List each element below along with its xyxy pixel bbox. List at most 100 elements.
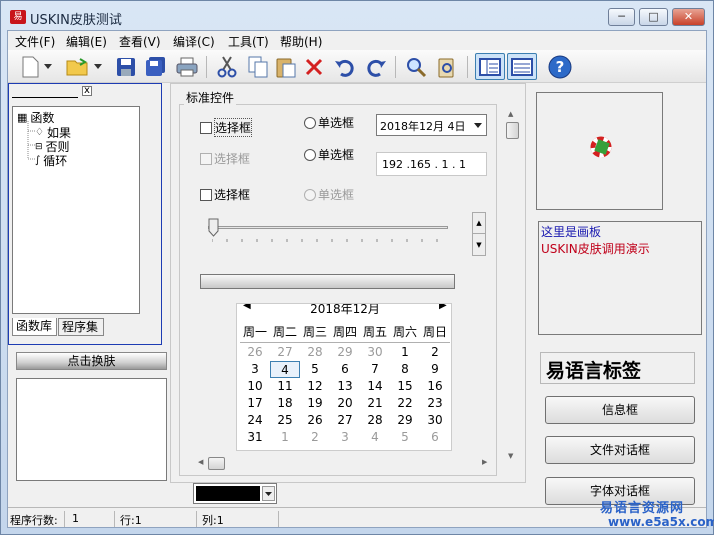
date-picker[interactable]: 2018年12月 4日: [376, 114, 487, 136]
calendar-day[interactable]: 23: [420, 395, 450, 412]
calendar-day[interactable]: 24: [240, 412, 270, 429]
scroll-up-icon[interactable]: ▲: [508, 110, 513, 118]
scroll-thumb[interactable]: [208, 457, 225, 470]
calendar-day[interactable]: 6: [420, 429, 450, 446]
calendar-day[interactable]: 14: [360, 378, 390, 395]
menu-edit[interactable]: 编辑(E): [66, 33, 107, 50]
calendar-day[interactable]: 4: [270, 361, 300, 378]
calendar-day[interactable]: 26: [240, 344, 270, 361]
paste-icon[interactable]: [272, 53, 299, 80]
file-dialog-button[interactable]: 文件对话框: [545, 436, 695, 464]
calendar-day[interactable]: 27: [270, 344, 300, 361]
library-search-input[interactable]: [12, 88, 78, 98]
tab-function-library[interactable]: 函数库: [12, 318, 57, 336]
menu-help[interactable]: 帮助(H): [280, 33, 322, 50]
chevron-down-icon[interactable]: [474, 119, 482, 132]
calendar-day[interactable]: 8: [390, 361, 420, 378]
cut-icon[interactable]: [213, 53, 240, 80]
delete-icon[interactable]: [300, 53, 327, 80]
replace-icon[interactable]: [433, 53, 460, 80]
view1-icon[interactable]: [475, 53, 505, 80]
calendar-day[interactable]: 19: [300, 395, 330, 412]
calendar-day[interactable]: 2: [300, 429, 330, 446]
color-picker[interactable]: [193, 483, 277, 504]
calendar-day[interactable]: 5: [390, 429, 420, 446]
skin-listbox[interactable]: [16, 378, 167, 481]
checkbox-2[interactable]: 选择框: [200, 150, 250, 167]
calendar-day[interactable]: 10: [240, 378, 270, 395]
chevron-down-icon[interactable]: [262, 486, 275, 501]
calendar-day[interactable]: 18: [270, 395, 300, 412]
spin-up-icon[interactable]: ▲: [473, 213, 485, 234]
calendar-day[interactable]: 3: [240, 361, 270, 378]
menu-view[interactable]: 查看(V): [119, 33, 161, 50]
menu-compile[interactable]: 编译(C): [173, 33, 215, 50]
view2-icon[interactable]: [507, 53, 537, 80]
calendar-day[interactable]: 1: [390, 344, 420, 361]
checkbox-3[interactable]: 选择框: [200, 186, 250, 203]
calendar-day[interactable]: 17: [240, 395, 270, 412]
calendar-day[interactable]: 1: [270, 429, 300, 446]
new-icon[interactable]: [16, 53, 43, 80]
calendar-prev-icon[interactable]: ◀: [243, 304, 251, 311]
minimize-button[interactable]: ─: [608, 8, 635, 26]
help-icon[interactable]: ?: [545, 53, 575, 80]
calendar-day[interactable]: 6: [330, 361, 360, 378]
calendar-day[interactable]: 27: [330, 412, 360, 429]
calendar-day[interactable]: 29: [390, 412, 420, 429]
radio-2[interactable]: 单选框: [304, 146, 354, 163]
new-dropdown-icon[interactable]: [42, 53, 54, 80]
scroll-right-icon[interactable]: ▶: [482, 458, 487, 466]
calendar-day[interactable]: 25: [270, 412, 300, 429]
tab-program-set[interactable]: 程序集: [58, 318, 104, 336]
calendar-day[interactable]: 28: [360, 412, 390, 429]
calendar-day[interactable]: 15: [390, 378, 420, 395]
calendar-day[interactable]: 9: [420, 361, 450, 378]
undo-icon[interactable]: [331, 53, 358, 80]
copy-icon[interactable]: [244, 53, 271, 80]
spin-down-icon[interactable]: ▼: [473, 235, 485, 255]
maximize-button[interactable]: □: [639, 8, 668, 26]
menu-file[interactable]: 文件(F): [15, 33, 55, 50]
calendar-day[interactable]: 31: [240, 429, 270, 446]
calendar-next-icon[interactable]: ▶: [439, 304, 447, 311]
save-all-icon[interactable]: [142, 53, 169, 80]
calendar-day[interactable]: 11: [270, 378, 300, 395]
calendar-day[interactable]: 21: [360, 395, 390, 412]
slider[interactable]: [206, 218, 449, 246]
library-close-icon[interactable]: x: [82, 86, 92, 96]
close-button[interactable]: ✕: [672, 8, 705, 26]
open-icon[interactable]: [64, 53, 91, 80]
change-skin-button[interactable]: 点击换肤: [16, 352, 167, 370]
vertical-scrollbar[interactable]: ▲ ▼: [506, 108, 520, 464]
calendar-day[interactable]: 3: [330, 429, 360, 446]
menu-tools[interactable]: 工具(T): [228, 33, 269, 50]
open-dropdown-icon[interactable]: [92, 53, 104, 80]
scroll-down-icon[interactable]: ▼: [508, 452, 513, 460]
calendar-day[interactable]: 13: [330, 378, 360, 395]
checkbox-1[interactable]: 选择框: [200, 118, 253, 137]
calendar-day[interactable]: 22: [390, 395, 420, 412]
horizontal-scrollbar[interactable]: ◀ ▶: [196, 457, 492, 471]
function-tree[interactable]: ▦ 函数 ♢ 如果 ⊟ 否则 ∫ 循环: [12, 106, 140, 314]
print-icon[interactable]: [173, 53, 200, 80]
redo-icon[interactable]: [362, 53, 389, 80]
calendar-day[interactable]: 28: [300, 344, 330, 361]
radio-1[interactable]: 单选框: [304, 114, 354, 131]
calendar-day[interactable]: 26: [300, 412, 330, 429]
scroll-thumb[interactable]: [506, 122, 519, 139]
calendar-day[interactable]: 5: [300, 361, 330, 378]
drawing-board[interactable]: 这里是画板 USKIN皮肤调用演示: [538, 221, 702, 335]
calendar-day[interactable]: 2: [420, 344, 450, 361]
calendar-day[interactable]: 20: [330, 395, 360, 412]
radio-3[interactable]: 单选框: [304, 186, 354, 203]
scroll-left-icon[interactable]: ◀: [198, 458, 203, 466]
spin-button[interactable]: ▲ ▼: [472, 212, 486, 256]
calendar-day[interactable]: 29: [330, 344, 360, 361]
save-icon[interactable]: [112, 53, 139, 80]
month-calendar[interactable]: 2018年12月 ◀ ▶ 周一 周二 周三 周四 周五 周六 周日 26 27 28 29 30 1 2…: [236, 303, 452, 451]
calendar-day[interactable]: 4: [360, 429, 390, 446]
calendar-day[interactable]: 16: [420, 378, 450, 395]
slider-thumb[interactable]: [208, 218, 220, 238]
ip-address-field[interactable]: 192 .165 . 1 . 1: [376, 152, 487, 176]
